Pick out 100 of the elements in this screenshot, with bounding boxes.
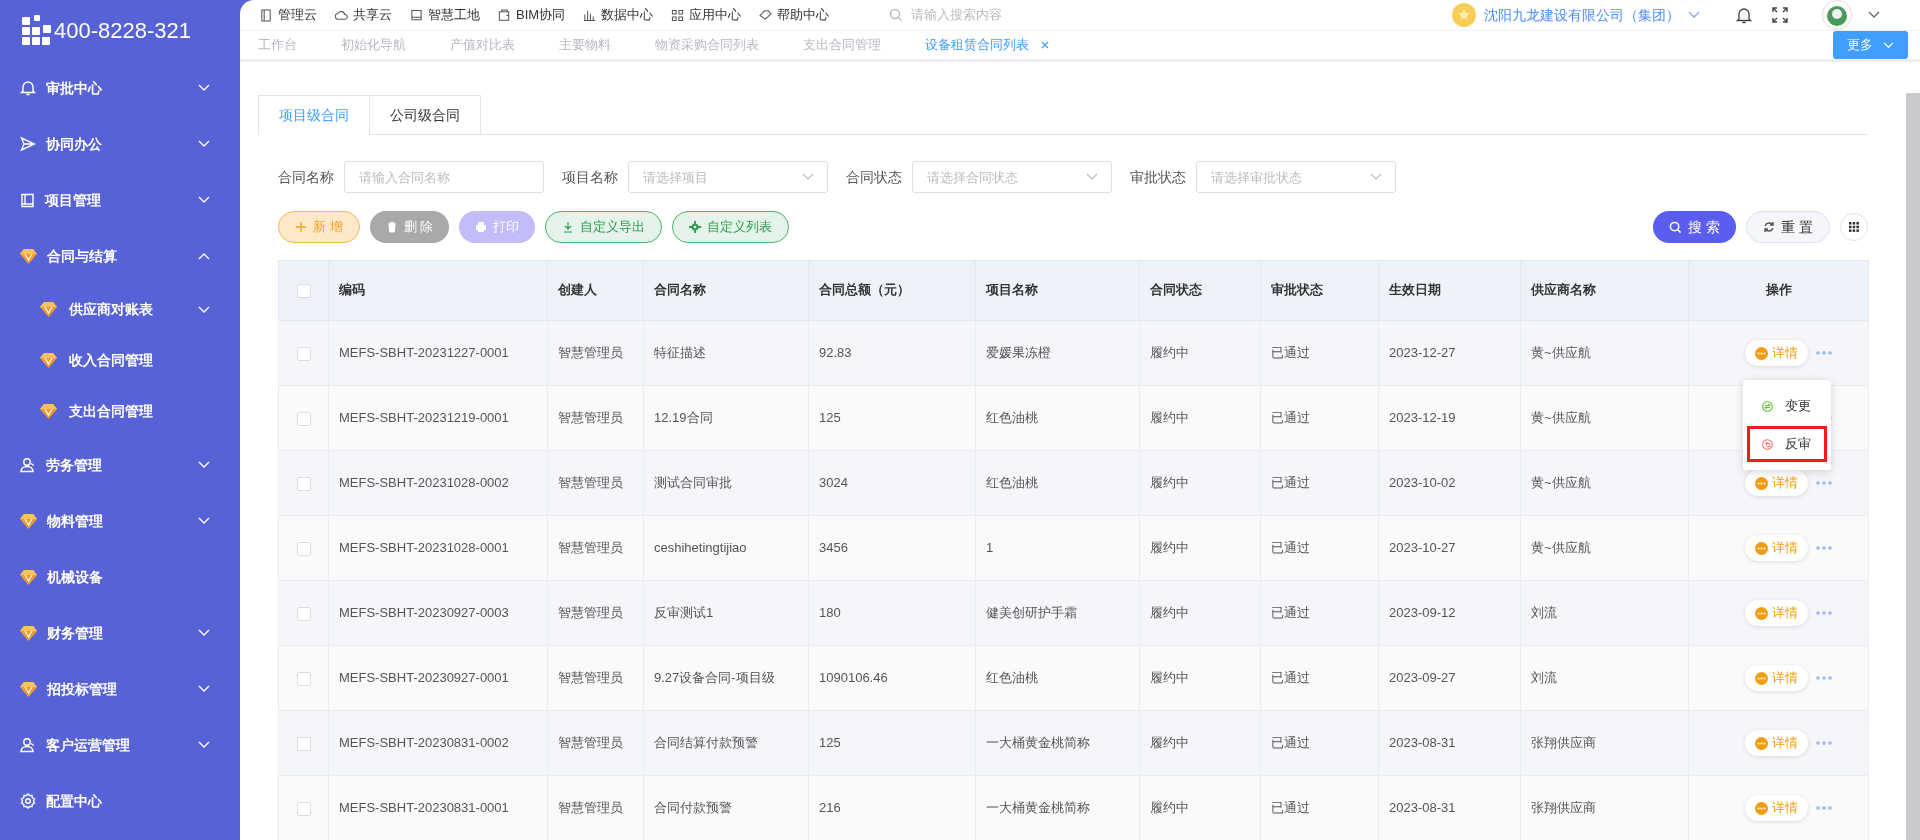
- input-field[interactable]: 请输入合同名称: [344, 161, 544, 193]
- filter-label: 审批状态: [1130, 167, 1186, 187]
- box-icon: [498, 8, 511, 22]
- table-cell: 智慧管理员: [547, 320, 644, 386]
- table-cell: 履约中: [1139, 450, 1261, 516]
- more-icon: [1755, 476, 1768, 490]
- table-cell: 1090106.46: [808, 645, 976, 711]
- checkbox[interactable]: [296, 671, 311, 686]
- table-cell: 3024: [808, 450, 976, 516]
- book-icon: [20, 192, 35, 208]
- fullscreen-icon[interactable]: [1772, 7, 1788, 23]
- gem-icon: [40, 404, 57, 419]
- chart-icon: [583, 8, 597, 22]
- table-cell: 125: [808, 385, 976, 451]
- company-name[interactable]: 沈阳九龙建设有限公司（集团）: [1484, 4, 1680, 26]
- nav-link[interactable]: 智慧工地: [410, 5, 480, 25]
- checkbox[interactable]: [296, 801, 311, 816]
- ellipsis-icon[interactable]: [1816, 481, 1832, 485]
- sidebar-item[interactable]: 项目管理: [0, 172, 240, 228]
- sidebar-item[interactable]: 劳务管理: [0, 437, 240, 493]
- ellipsis-icon[interactable]: [1816, 741, 1832, 745]
- more-button[interactable]: 更多: [1833, 31, 1908, 59]
- sidebar-item[interactable]: 招投标管理: [0, 661, 240, 717]
- search-button[interactable]: 搜 索: [1653, 211, 1737, 243]
- search-icon: [889, 8, 904, 22]
- chevron-down-icon: [802, 173, 814, 181]
- table-cell: 履约中: [1139, 580, 1261, 646]
- table-cell: 1: [975, 515, 1140, 581]
- select-field[interactable]: 请选择审批状态: [1196, 161, 1396, 193]
- table-cell: 2023-08-31: [1378, 710, 1521, 776]
- table-cell: MEFS-SBHT-20230927-0003: [328, 580, 548, 646]
- ellipsis-icon[interactable]: [1816, 806, 1832, 810]
- book-icon: [410, 8, 423, 22]
- content-tab[interactable]: 项目级合同: [258, 95, 370, 135]
- grid-icon: [1849, 222, 1859, 232]
- sidebar-item[interactable]: 配置中心: [0, 773, 240, 829]
- table-cell: MEFS-SBHT-20230831-0002: [328, 710, 548, 776]
- close-icon[interactable]: [1041, 41, 1049, 49]
- chevron-down-icon[interactable]: [1688, 11, 1700, 19]
- table-cell: 2023-10-27: [1378, 515, 1521, 581]
- table-cell: 张翔供应商: [1520, 710, 1689, 776]
- search-field[interactable]: 请输入搜索内容: [911, 5, 1082, 25]
- sidebar-item[interactable]: 支出合同管理: [0, 386, 240, 437]
- nav-link[interactable]: 管理云: [260, 5, 317, 25]
- sidebar-item[interactable]: 财务管理: [0, 605, 240, 661]
- sidebar-item[interactable]: 审批中心: [0, 60, 240, 116]
- content-tab[interactable]: 公司级合同: [370, 95, 481, 135]
- chevron-down-icon[interactable]: [1868, 11, 1880, 19]
- checkbox[interactable]: [296, 606, 311, 621]
- menu-item[interactable]: 变更: [1747, 388, 1827, 424]
- page-tab[interactable]: 设备租赁合同列表: [925, 35, 1049, 55]
- ellipsis-icon[interactable]: [1816, 546, 1832, 550]
- checkbox[interactable]: [296, 411, 311, 426]
- table-cell: 黄~供应航: [1520, 515, 1689, 581]
- select-field[interactable]: 请选择合同状态: [912, 161, 1112, 193]
- export-button[interactable]: 自定义导出: [545, 211, 663, 243]
- table-cell: 智慧管理员: [547, 450, 644, 516]
- sidebar-item[interactable]: 机械设备: [0, 549, 240, 605]
- printer-icon: [475, 221, 488, 233]
- download-icon: [562, 221, 575, 233]
- ellipsis-icon[interactable]: [1816, 351, 1832, 355]
- bell-icon: [20, 80, 36, 96]
- nav-link[interactable]: BIM协同: [498, 5, 566, 25]
- nav-link[interactable]: 帮助中心: [759, 5, 830, 25]
- table-cell: MEFS-SBHT-20231028-0001: [328, 515, 548, 581]
- checkbox[interactable]: [296, 736, 311, 751]
- table-cell: 一大桶黄金桃简称: [975, 710, 1140, 776]
- avatar-icon[interactable]: [1822, 0, 1852, 30]
- nav-link[interactable]: 共享云: [335, 5, 392, 25]
- checkbox[interactable]: [296, 541, 311, 556]
- table-cell: 2023-09-12: [1378, 580, 1521, 646]
- filter-label: 合同状态: [846, 167, 902, 187]
- sidebar-item[interactable]: 合同与结算: [0, 228, 240, 284]
- table-cell: 已通过: [1260, 385, 1379, 451]
- nav-link[interactable]: 数据中心: [583, 5, 654, 25]
- sidebar-item[interactable]: 协同办公: [0, 116, 240, 172]
- sidebar-item[interactable]: 物料管理: [0, 493, 240, 549]
- columns-button[interactable]: 自定义列表: [672, 211, 790, 243]
- table-cell: 健美创研护手霜: [975, 580, 1140, 646]
- ellipsis-icon[interactable]: [1816, 676, 1832, 680]
- logo-text: 400-8228-321: [54, 16, 191, 45]
- table-cell: 智慧管理员: [547, 515, 644, 581]
- table-cell: 履约中: [1139, 320, 1261, 386]
- sidebar-item[interactable]: 供应商对账表: [0, 284, 240, 335]
- table-cell: 履约中: [1139, 515, 1261, 581]
- ellipsis-icon[interactable]: [1816, 611, 1832, 615]
- sidebar-item[interactable]: 客户运营管理: [0, 717, 240, 773]
- checkbox[interactable]: [296, 476, 311, 491]
- menu-item[interactable]: 反审: [1747, 426, 1827, 462]
- checkbox[interactable]: [296, 346, 311, 361]
- chevron-down-icon: [1086, 173, 1098, 181]
- checkbox[interactable]: [296, 284, 311, 299]
- gem-icon: [20, 625, 37, 641]
- nav-link[interactable]: 应用中心: [671, 5, 742, 25]
- reset-button[interactable]: 重 置: [1746, 211, 1830, 243]
- select-field[interactable]: 请选择项目: [628, 161, 828, 193]
- search-icon: [1669, 220, 1683, 234]
- bell-icon[interactable]: [1736, 6, 1752, 24]
- sidebar-item[interactable]: 收入合同管理: [0, 335, 240, 386]
- table-cell: 红色油桃: [975, 385, 1140, 451]
